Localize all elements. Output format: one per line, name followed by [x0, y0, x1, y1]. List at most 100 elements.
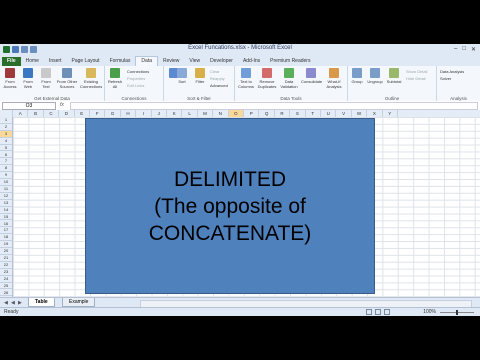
maximize-icon[interactable]: □ [462, 46, 466, 53]
column-header[interactable]: Y [383, 110, 398, 117]
column-header[interactable]: W [352, 110, 368, 117]
row-header[interactable]: 20 [0, 248, 12, 255]
filter-button[interactable]: Filter [192, 68, 208, 84]
row-header[interactable]: 4 [0, 138, 12, 145]
group-button[interactable]: Group [349, 68, 365, 84]
column-header[interactable]: O [228, 110, 244, 117]
page-break-view-icon[interactable] [384, 309, 390, 315]
show-detail-button[interactable]: Show Detail [406, 69, 427, 74]
minimize-icon[interactable]: – [454, 46, 457, 53]
data-analysis-button[interactable]: Data Analysis [440, 69, 464, 74]
row-header[interactable]: 21 [0, 255, 12, 262]
prev-sheet-icon[interactable]: ◀ [11, 300, 15, 306]
row-header[interactable]: 12 [0, 193, 12, 200]
ungroup-button[interactable]: Ungroup [366, 68, 384, 84]
row-header[interactable]: 2 [0, 124, 12, 131]
column-header[interactable]: R [275, 110, 291, 117]
column-header[interactable]: A [13, 110, 29, 117]
column-header[interactable]: I [136, 110, 152, 117]
remove-duplicates-button[interactable]: Remove Duplicates [257, 68, 277, 89]
column-header[interactable]: B [28, 110, 44, 117]
row-header[interactable]: 15 [0, 214, 12, 221]
row-header[interactable]: 3 [0, 130, 12, 138]
from-access-button[interactable]: From Access [2, 68, 18, 89]
solver-button[interactable]: Solver [440, 76, 451, 81]
row-header[interactable]: 1 [0, 117, 12, 124]
row-header[interactable]: 25 [0, 283, 12, 290]
column-header[interactable]: N [213, 110, 229, 117]
column-header[interactable]: C [44, 110, 60, 117]
refresh-all-button[interactable]: Refresh All [107, 68, 123, 89]
column-header[interactable]: D [59, 110, 75, 117]
row-header[interactable]: 8 [0, 165, 12, 173]
row-header[interactable]: 11 [0, 186, 12, 193]
select-all-corner[interactable] [0, 110, 13, 117]
connections-button[interactable]: Connections [127, 69, 149, 74]
clear-button[interactable]: Clear [210, 69, 220, 74]
tab-premium-readers[interactable]: Premium Readers [265, 57, 315, 66]
row-header[interactable]: 5 [0, 145, 12, 152]
existing-connections-button[interactable]: Existing Connections [80, 68, 102, 89]
row-header[interactable]: 23 [0, 269, 12, 276]
fx-icon[interactable]: fx [60, 102, 64, 108]
next-sheet-icon[interactable]: ▶ [18, 300, 22, 306]
row-header[interactable]: 10 [0, 179, 12, 186]
column-header[interactable]: U [321, 110, 337, 117]
row-header[interactable]: 13 [0, 200, 12, 207]
from-web-button[interactable]: From Web [20, 68, 36, 89]
subtotal-button[interactable]: Subtotal [385, 68, 403, 84]
tab-formulas[interactable]: Formulas [105, 57, 136, 66]
row-header[interactable]: 24 [0, 276, 12, 283]
row-header[interactable]: 17 [0, 227, 12, 235]
column-header[interactable]: F [90, 110, 106, 117]
edit-links-button[interactable]: Edit Links [127, 83, 144, 88]
sheet-tab-example[interactable]: Example [62, 298, 96, 307]
sheet-tab-table[interactable]: Table [28, 298, 55, 307]
tab-home[interactable]: Home [21, 57, 44, 66]
column-header[interactable]: J [152, 110, 167, 117]
tab-view[interactable]: View [184, 57, 205, 66]
column-header[interactable]: S [290, 110, 306, 117]
column-header[interactable]: H [121, 110, 137, 117]
row-header[interactable]: 22 [0, 262, 12, 269]
tab-review[interactable]: Review [158, 57, 184, 66]
reapply-button[interactable]: Reapply [210, 76, 225, 81]
row-header[interactable]: 14 [0, 207, 12, 214]
column-header[interactable]: Q [259, 110, 275, 117]
row-header[interactable]: 9 [0, 172, 12, 180]
column-header[interactable]: E [75, 110, 90, 117]
column-header[interactable]: V [336, 110, 352, 117]
first-sheet-icon[interactable]: ◀ [4, 300, 8, 306]
row-header[interactable]: 7 [0, 158, 12, 166]
row-header[interactable]: 26 [0, 290, 12, 297]
row-header[interactable]: 19 [0, 241, 12, 249]
advanced-button[interactable]: Advanced [210, 83, 228, 88]
row-header[interactable]: 16 [0, 221, 12, 228]
name-box[interactable]: O3 [2, 102, 56, 110]
row-header[interactable]: 18 [0, 234, 12, 242]
tab-insert[interactable]: Insert [44, 57, 67, 66]
column-header[interactable]: K [167, 110, 183, 117]
formula-input[interactable] [70, 102, 478, 110]
from-other-sources-button[interactable]: From Other Sources [56, 68, 78, 89]
tab-file[interactable]: File [2, 57, 21, 66]
tab-data[interactable]: Data [135, 56, 158, 66]
data-validation-button[interactable]: Data Validation [279, 68, 299, 89]
properties-button[interactable]: Properties [127, 76, 145, 81]
page-layout-view-icon[interactable] [375, 309, 381, 315]
tab-add-ins[interactable]: Add-Ins [238, 57, 265, 66]
column-header[interactable]: L [182, 110, 198, 117]
zoom-slider-knob[interactable] [456, 310, 458, 315]
column-header[interactable]: T [306, 110, 321, 117]
row-header[interactable]: 6 [0, 152, 12, 159]
normal-view-icon[interactable] [366, 309, 372, 315]
tab-developer[interactable]: Developer [205, 57, 238, 66]
what-if-analysis-button[interactable]: What-If Analysis [323, 68, 345, 89]
column-header[interactable]: X [367, 110, 383, 117]
tab-page-layout[interactable]: Page Layout [66, 57, 104, 66]
hide-detail-button[interactable]: Hide Detail [406, 76, 426, 81]
column-header[interactable]: G [105, 110, 121, 117]
text-to-columns-button[interactable]: Text to Columns [236, 68, 256, 89]
sort-button[interactable]: Sort [174, 68, 190, 84]
from-text-button[interactable]: From Text [38, 68, 54, 89]
